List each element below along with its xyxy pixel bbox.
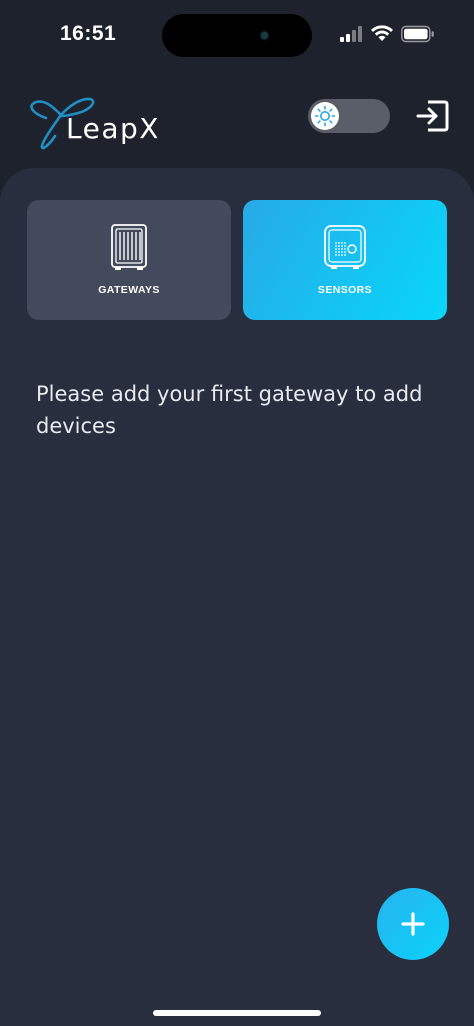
logout-icon[interactable] (414, 98, 450, 134)
plus-icon (401, 912, 425, 936)
status-bar: 16:51 (0, 0, 474, 70)
sun-icon (314, 105, 336, 127)
wifi-icon (371, 25, 393, 41)
app-header: LeapX (0, 80, 474, 170)
tab-sensors-label: SENSORS (317, 284, 373, 296)
logo-text: LeapX (66, 112, 160, 145)
cellular-signal-icon (340, 26, 362, 42)
app-screen: 16:51 LeapX GATEWAYS SENSORS Please add … (0, 0, 474, 1026)
tab-gateways[interactable]: GATEWAYS (27, 200, 231, 320)
gateway-icon (111, 224, 147, 270)
leapx-logo: LeapX (28, 88, 158, 154)
sensor-icon (324, 225, 366, 269)
add-gateway-button[interactable] (377, 888, 449, 960)
camera-dot (261, 32, 268, 39)
toggle-knob (311, 102, 339, 130)
tab-sensors[interactable]: SENSORS (243, 200, 447, 320)
dynamic-island (162, 14, 312, 57)
status-time: 16:51 (60, 22, 117, 45)
empty-state-message: Please add your first gateway to add dev… (36, 382, 423, 438)
theme-toggle[interactable] (308, 99, 390, 133)
tab-gateways-label: GATEWAYS (98, 284, 160, 296)
battery-icon (401, 25, 434, 43)
home-indicator[interactable] (153, 1010, 321, 1016)
